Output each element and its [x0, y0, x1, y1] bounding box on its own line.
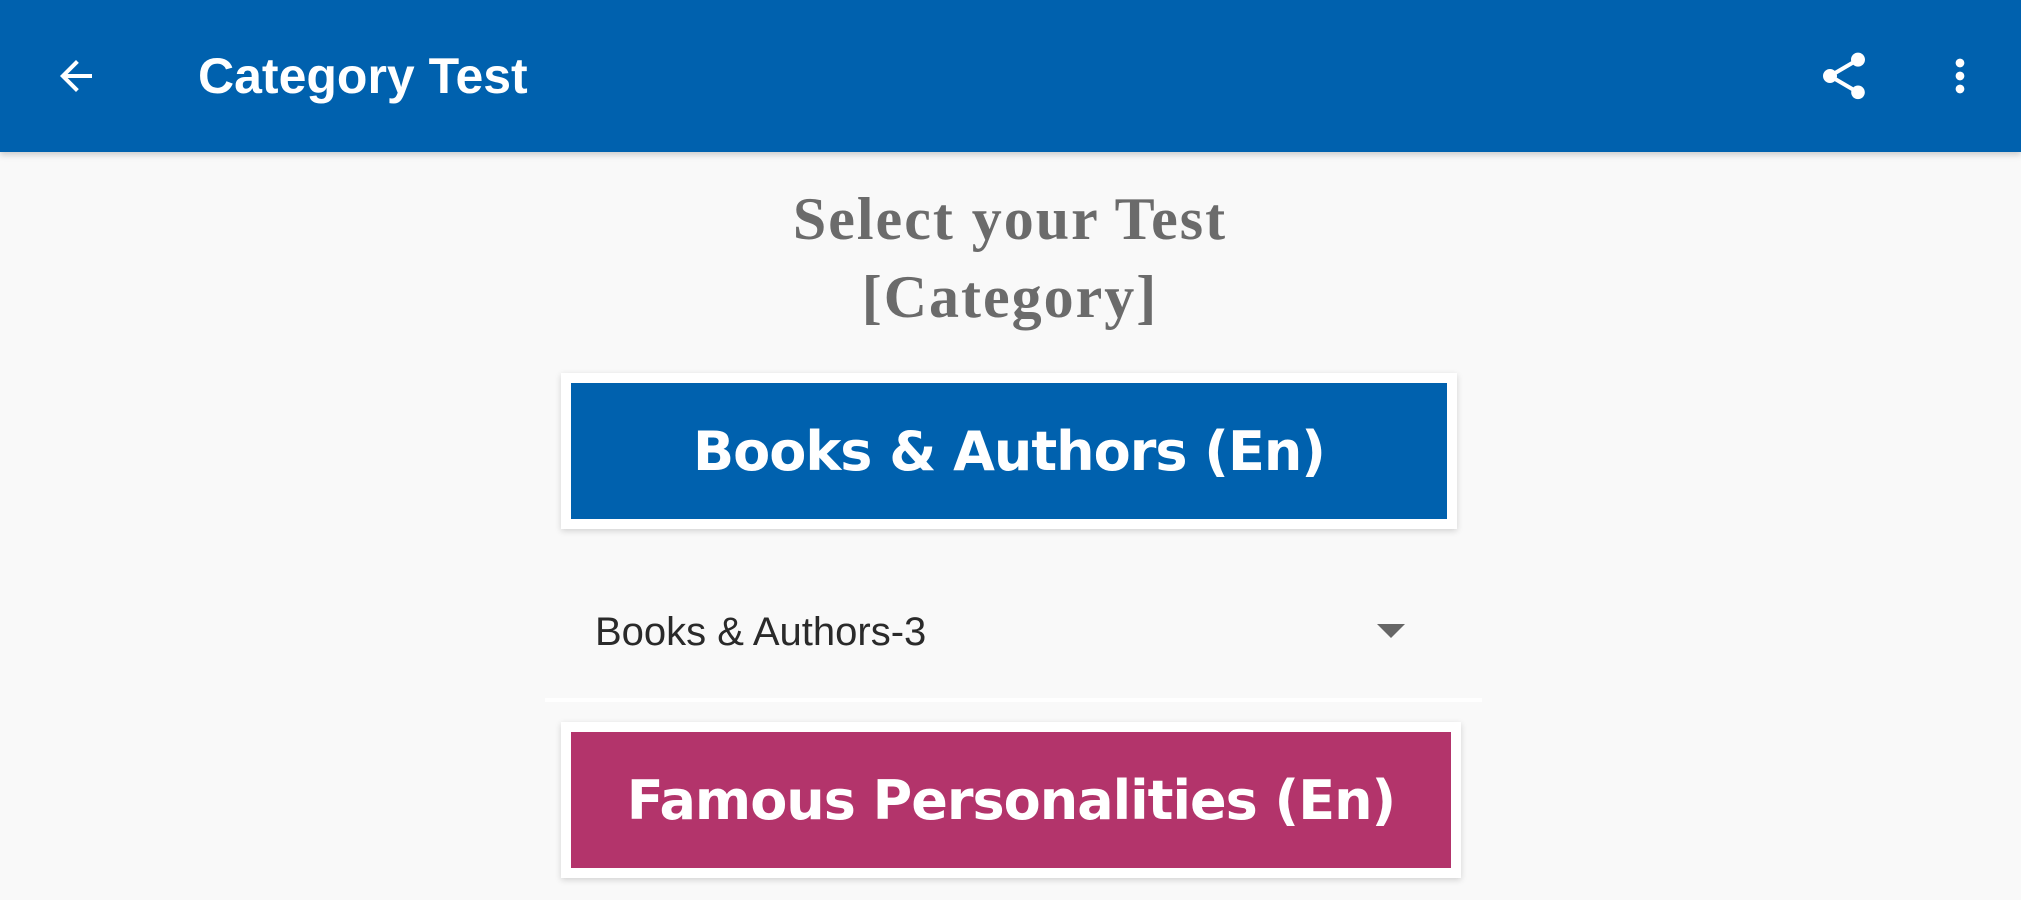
heading-line-2: [Category]: [861, 264, 1159, 330]
heading-line-1: Select your Test: [792, 186, 1228, 252]
dropdown-selected-value: Books & Authors-3: [595, 610, 927, 654]
back-button[interactable]: [40, 40, 112, 112]
dropdown-underline: [545, 698, 1482, 702]
books-authors-button[interactable]: Books & Authors (En): [571, 383, 1447, 519]
app-bar: Category Test: [0, 0, 2021, 152]
share-icon: [1823, 52, 1865, 100]
more-vert-icon: [1955, 58, 1965, 94]
test-dropdown[interactable]: Books & Authors-3: [545, 580, 1482, 702]
arrow-back-icon: [60, 60, 92, 92]
famous-personalities-button[interactable]: Famous Personalities (En): [571, 732, 1451, 868]
category-card-books: Books & Authors (En): [561, 373, 1457, 529]
page-title: Category Test: [198, 48, 528, 104]
more-options-button[interactable]: [1924, 40, 1996, 112]
category-card-famous: Famous Personalities (En): [561, 722, 1461, 878]
select-test-heading: Select your Test [Category]: [560, 180, 1460, 336]
chevron-down-icon[interactable]: [1377, 624, 1405, 638]
share-button[interactable]: [1808, 40, 1880, 112]
